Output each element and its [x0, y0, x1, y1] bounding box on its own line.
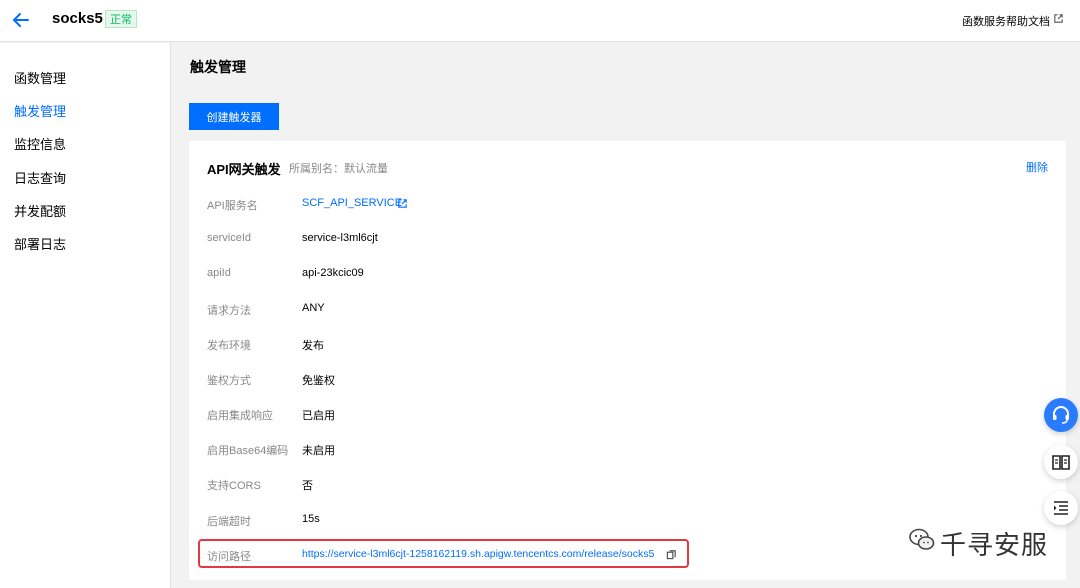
field-label: 后端超时	[207, 516, 251, 528]
create-trigger-button[interactable]: 创建触发器	[189, 103, 279, 130]
sidebar-item-functions[interactable]: 函数管理	[14, 68, 66, 87]
help-docs-link[interactable]: 函数服务帮助文档	[962, 13, 1050, 29]
sidebar-item-logs[interactable]: 日志查询	[14, 168, 66, 187]
api-service-link[interactable]: SCF_API_SERVICE	[302, 197, 402, 209]
field-value: 免鉴权	[302, 375, 335, 387]
field-label: 请求方法	[207, 305, 251, 317]
sidebar-item-concurrency[interactable]: 并发配额	[14, 201, 66, 220]
delete-trigger-link[interactable]: 删除	[1026, 159, 1048, 175]
field-value: service-l3ml6cjt	[302, 232, 378, 244]
field-value: 未启用	[302, 445, 335, 457]
field-value: 已启用	[302, 410, 335, 422]
wechat-icon	[909, 528, 935, 550]
field-label: API服务名	[207, 200, 258, 212]
copy-icon[interactable]	[666, 549, 677, 560]
field-value: api-23kcic09	[302, 267, 364, 279]
field-value: 15s	[302, 513, 320, 525]
field-label: 启用集成响应	[207, 410, 273, 422]
function-name: socks5	[52, 10, 103, 27]
sidebar-item-triggers[interactable]: 触发管理	[14, 101, 66, 120]
headset-icon	[1053, 406, 1069, 424]
field-value: 否	[302, 480, 313, 492]
sidebar-item-deploy-logs[interactable]: 部署日志	[14, 234, 66, 253]
field-label: 发布环境	[207, 340, 251, 352]
field-label: 访问路径	[207, 551, 251, 563]
field-label: serviceId	[207, 232, 252, 244]
access-path-link[interactable]: https://service-l3ml6cjt-1258162119.sh.a…	[302, 548, 654, 560]
book-icon	[1052, 455, 1070, 470]
sidebar-item-monitoring[interactable]: 监控信息	[14, 134, 66, 153]
docs-button[interactable]	[1044, 445, 1078, 479]
trigger-card: API网关触发 所属别名：默认流量 删除 API服务名 SCF_API_SERV…	[189, 141, 1066, 580]
page-title: 触发管理	[190, 59, 246, 75]
field-label: 鉴权方式	[207, 375, 251, 387]
support-button[interactable]	[1044, 398, 1078, 432]
top-header: socks5 正常 函数服务帮助文档	[0, 0, 1080, 42]
field-label: 启用Base64编码	[207, 445, 289, 457]
sidebar: 函数管理 触发管理 监控信息 日志查询 并发配额 部署日志	[0, 43, 171, 588]
external-link-icon[interactable]	[1053, 13, 1064, 24]
back-arrow-icon[interactable]	[10, 9, 32, 31]
watermark-text: 千寻安服	[940, 530, 1049, 560]
outline-button[interactable]	[1044, 491, 1078, 525]
trigger-type-title: API网关触发	[207, 162, 281, 177]
external-link-icon[interactable]	[397, 198, 408, 209]
list-icon	[1054, 501, 1068, 515]
field-value: ANY	[302, 302, 325, 314]
status-badge: 正常	[105, 10, 137, 28]
field-label: apiId	[207, 267, 231, 279]
field-label: 支持CORS	[207, 480, 261, 492]
trigger-alias: 所属别名：默认流量	[289, 163, 388, 175]
field-value: 发布	[302, 340, 324, 352]
